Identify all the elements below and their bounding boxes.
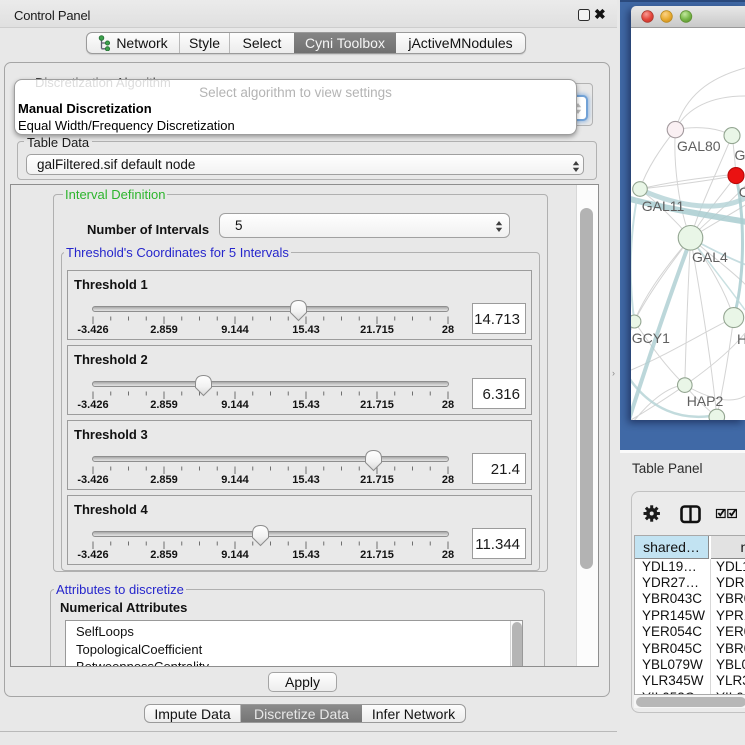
svg-text:GAL11: GAL11: [642, 198, 685, 214]
svg-text:HAP2: HAP2: [687, 393, 724, 409]
svg-text:GA: GA: [735, 147, 745, 163]
svg-text:GAL80: GAL80: [677, 138, 721, 154]
svg-text:GCY1: GCY1: [632, 330, 670, 346]
svg-text:H: H: [737, 331, 745, 347]
svg-text:GAL4: GAL4: [692, 249, 728, 265]
svg-text:C: C: [739, 184, 745, 200]
